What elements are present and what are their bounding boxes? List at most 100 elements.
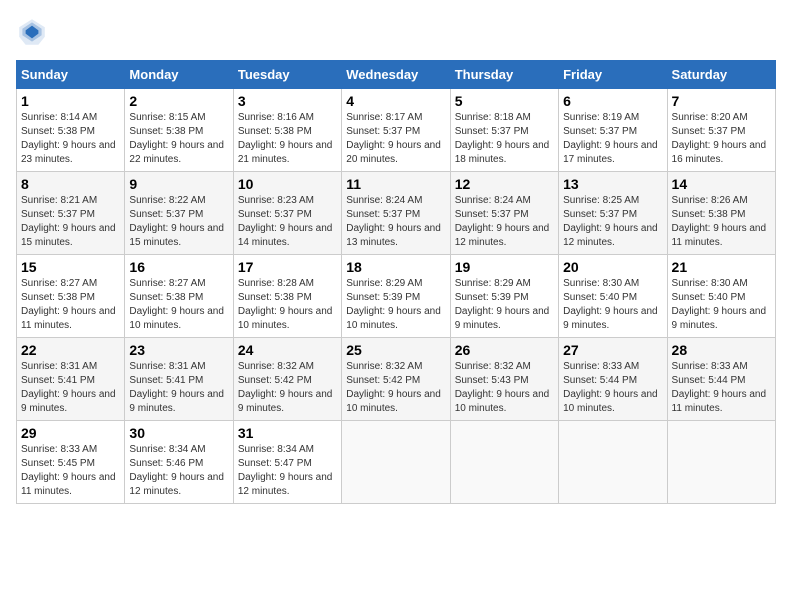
calendar-day-cell: 2 Sunrise: 8:15 AM Sunset: 5:38 PM Dayli…	[125, 89, 233, 172]
calendar-table: SundayMondayTuesdayWednesdayThursdayFrid…	[16, 60, 776, 504]
day-number: 27	[563, 342, 662, 358]
calendar-day-cell: 5 Sunrise: 8:18 AM Sunset: 5:37 PM Dayli…	[450, 89, 558, 172]
day-number: 19	[455, 259, 554, 275]
calendar-day-cell: 9 Sunrise: 8:22 AM Sunset: 5:37 PM Dayli…	[125, 172, 233, 255]
day-number: 8	[21, 176, 120, 192]
weekday-header: Thursday	[450, 61, 558, 89]
calendar-day-cell: 6 Sunrise: 8:19 AM Sunset: 5:37 PM Dayli…	[559, 89, 667, 172]
calendar-day-cell: 30 Sunrise: 8:34 AM Sunset: 5:46 PM Dayl…	[125, 421, 233, 504]
calendar-day-cell: 3 Sunrise: 8:16 AM Sunset: 5:38 PM Dayli…	[233, 89, 341, 172]
day-number: 11	[346, 176, 445, 192]
calendar-day-cell: 29 Sunrise: 8:33 AM Sunset: 5:45 PM Dayl…	[17, 421, 125, 504]
calendar-day-cell: 27 Sunrise: 8:33 AM Sunset: 5:44 PM Dayl…	[559, 338, 667, 421]
day-number: 1	[21, 93, 120, 109]
day-detail: Sunrise: 8:34 AM Sunset: 5:47 PM Dayligh…	[238, 443, 337, 499]
calendar-week-row: 29 Sunrise: 8:33 AM Sunset: 5:45 PM Dayl…	[17, 421, 776, 504]
day-number: 4	[346, 93, 445, 109]
weekday-header: Monday	[125, 61, 233, 89]
day-detail: Sunrise: 8:32 AM Sunset: 5:42 PM Dayligh…	[238, 360, 337, 416]
day-detail: Sunrise: 8:21 AM Sunset: 5:37 PM Dayligh…	[21, 194, 120, 250]
day-detail: Sunrise: 8:14 AM Sunset: 5:38 PM Dayligh…	[21, 111, 120, 167]
day-detail: Sunrise: 8:29 AM Sunset: 5:39 PM Dayligh…	[455, 277, 554, 333]
day-number: 12	[455, 176, 554, 192]
calendar-week-row: 22 Sunrise: 8:31 AM Sunset: 5:41 PM Dayl…	[17, 338, 776, 421]
day-detail: Sunrise: 8:22 AM Sunset: 5:37 PM Dayligh…	[129, 194, 228, 250]
day-number: 9	[129, 176, 228, 192]
day-number: 17	[238, 259, 337, 275]
day-number: 14	[672, 176, 771, 192]
calendar-day-cell: 4 Sunrise: 8:17 AM Sunset: 5:37 PM Dayli…	[342, 89, 450, 172]
calendar-week-row: 8 Sunrise: 8:21 AM Sunset: 5:37 PM Dayli…	[17, 172, 776, 255]
day-detail: Sunrise: 8:17 AM Sunset: 5:37 PM Dayligh…	[346, 111, 445, 167]
calendar-day-cell: 11 Sunrise: 8:24 AM Sunset: 5:37 PM Dayl…	[342, 172, 450, 255]
calendar-day-cell: 1 Sunrise: 8:14 AM Sunset: 5:38 PM Dayli…	[17, 89, 125, 172]
weekday-header: Saturday	[667, 61, 775, 89]
day-detail: Sunrise: 8:25 AM Sunset: 5:37 PM Dayligh…	[563, 194, 662, 250]
weekday-header: Tuesday	[233, 61, 341, 89]
day-number: 28	[672, 342, 771, 358]
day-number: 31	[238, 425, 337, 441]
day-detail: Sunrise: 8:28 AM Sunset: 5:38 PM Dayligh…	[238, 277, 337, 333]
calendar-header: SundayMondayTuesdayWednesdayThursdayFrid…	[17, 61, 776, 89]
calendar-day-cell	[342, 421, 450, 504]
day-detail: Sunrise: 8:33 AM Sunset: 5:44 PM Dayligh…	[563, 360, 662, 416]
day-detail: Sunrise: 8:20 AM Sunset: 5:37 PM Dayligh…	[672, 111, 771, 167]
calendar-day-cell: 23 Sunrise: 8:31 AM Sunset: 5:41 PM Dayl…	[125, 338, 233, 421]
calendar-day-cell: 17 Sunrise: 8:28 AM Sunset: 5:38 PM Dayl…	[233, 255, 341, 338]
page-header	[16, 16, 776, 48]
weekday-header: Friday	[559, 61, 667, 89]
calendar-week-row: 15 Sunrise: 8:27 AM Sunset: 5:38 PM Dayl…	[17, 255, 776, 338]
logo-icon	[16, 16, 48, 48]
day-number: 7	[672, 93, 771, 109]
day-detail: Sunrise: 8:33 AM Sunset: 5:44 PM Dayligh…	[672, 360, 771, 416]
day-detail: Sunrise: 8:30 AM Sunset: 5:40 PM Dayligh…	[672, 277, 771, 333]
weekday-header: Wednesday	[342, 61, 450, 89]
day-detail: Sunrise: 8:31 AM Sunset: 5:41 PM Dayligh…	[21, 360, 120, 416]
calendar-day-cell: 10 Sunrise: 8:23 AM Sunset: 5:37 PM Dayl…	[233, 172, 341, 255]
calendar-day-cell	[559, 421, 667, 504]
calendar-day-cell: 7 Sunrise: 8:20 AM Sunset: 5:37 PM Dayli…	[667, 89, 775, 172]
calendar-day-cell: 13 Sunrise: 8:25 AM Sunset: 5:37 PM Dayl…	[559, 172, 667, 255]
day-detail: Sunrise: 8:16 AM Sunset: 5:38 PM Dayligh…	[238, 111, 337, 167]
calendar-day-cell: 18 Sunrise: 8:29 AM Sunset: 5:39 PM Dayl…	[342, 255, 450, 338]
calendar-day-cell: 26 Sunrise: 8:32 AM Sunset: 5:43 PM Dayl…	[450, 338, 558, 421]
day-number: 13	[563, 176, 662, 192]
day-detail: Sunrise: 8:30 AM Sunset: 5:40 PM Dayligh…	[563, 277, 662, 333]
calendar-week-row: 1 Sunrise: 8:14 AM Sunset: 5:38 PM Dayli…	[17, 89, 776, 172]
calendar-day-cell: 12 Sunrise: 8:24 AM Sunset: 5:37 PM Dayl…	[450, 172, 558, 255]
calendar-day-cell: 20 Sunrise: 8:30 AM Sunset: 5:40 PM Dayl…	[559, 255, 667, 338]
day-number: 5	[455, 93, 554, 109]
day-detail: Sunrise: 8:27 AM Sunset: 5:38 PM Dayligh…	[21, 277, 120, 333]
calendar-day-cell: 22 Sunrise: 8:31 AM Sunset: 5:41 PM Dayl…	[17, 338, 125, 421]
day-number: 18	[346, 259, 445, 275]
day-number: 29	[21, 425, 120, 441]
day-detail: Sunrise: 8:15 AM Sunset: 5:38 PM Dayligh…	[129, 111, 228, 167]
day-number: 15	[21, 259, 120, 275]
calendar-day-cell: 19 Sunrise: 8:29 AM Sunset: 5:39 PM Dayl…	[450, 255, 558, 338]
day-detail: Sunrise: 8:27 AM Sunset: 5:38 PM Dayligh…	[129, 277, 228, 333]
day-detail: Sunrise: 8:31 AM Sunset: 5:41 PM Dayligh…	[129, 360, 228, 416]
calendar-day-cell: 8 Sunrise: 8:21 AM Sunset: 5:37 PM Dayli…	[17, 172, 125, 255]
day-number: 16	[129, 259, 228, 275]
calendar-day-cell: 31 Sunrise: 8:34 AM Sunset: 5:47 PM Dayl…	[233, 421, 341, 504]
calendar-day-cell: 21 Sunrise: 8:30 AM Sunset: 5:40 PM Dayl…	[667, 255, 775, 338]
weekday-header: Sunday	[17, 61, 125, 89]
day-number: 25	[346, 342, 445, 358]
day-number: 2	[129, 93, 228, 109]
day-detail: Sunrise: 8:32 AM Sunset: 5:42 PM Dayligh…	[346, 360, 445, 416]
day-detail: Sunrise: 8:26 AM Sunset: 5:38 PM Dayligh…	[672, 194, 771, 250]
day-number: 24	[238, 342, 337, 358]
day-detail: Sunrise: 8:19 AM Sunset: 5:37 PM Dayligh…	[563, 111, 662, 167]
day-number: 10	[238, 176, 337, 192]
day-detail: Sunrise: 8:23 AM Sunset: 5:37 PM Dayligh…	[238, 194, 337, 250]
day-detail: Sunrise: 8:32 AM Sunset: 5:43 PM Dayligh…	[455, 360, 554, 416]
calendar-day-cell: 24 Sunrise: 8:32 AM Sunset: 5:42 PM Dayl…	[233, 338, 341, 421]
day-detail: Sunrise: 8:18 AM Sunset: 5:37 PM Dayligh…	[455, 111, 554, 167]
day-number: 20	[563, 259, 662, 275]
calendar-day-cell: 14 Sunrise: 8:26 AM Sunset: 5:38 PM Dayl…	[667, 172, 775, 255]
logo	[16, 16, 52, 48]
calendar-day-cell	[450, 421, 558, 504]
day-detail: Sunrise: 8:24 AM Sunset: 5:37 PM Dayligh…	[455, 194, 554, 250]
day-detail: Sunrise: 8:29 AM Sunset: 5:39 PM Dayligh…	[346, 277, 445, 333]
weekday-row: SundayMondayTuesdayWednesdayThursdayFrid…	[17, 61, 776, 89]
